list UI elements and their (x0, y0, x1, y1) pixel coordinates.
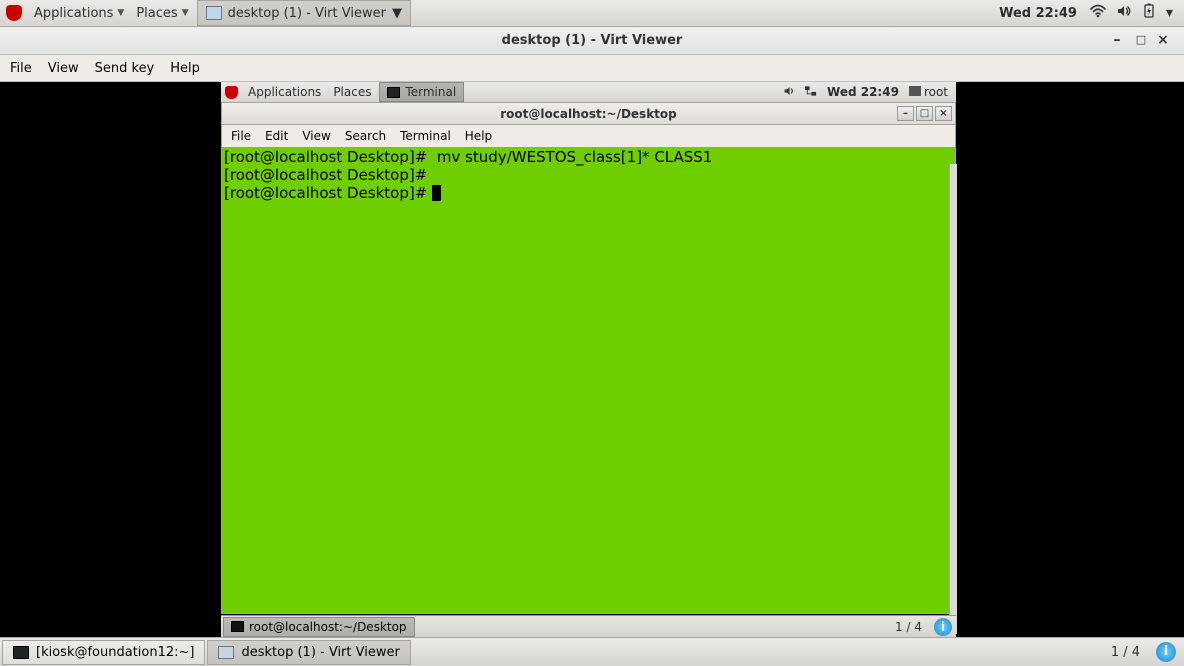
guest-top-panel: Applications Places Terminal Wed 22:49 r… (221, 82, 956, 103)
host-task-virtviewer[interactable]: desktop (1) - Virt Viewer▼ (197, 0, 411, 26)
wifi-icon[interactable] (1085, 4, 1111, 22)
terminal-window: root@localhost:~/Desktop – □ × File Edit… (221, 102, 956, 614)
window-icon (218, 646, 234, 659)
volume-icon[interactable] (1111, 4, 1137, 22)
virtviewer-menubar: File View Send key Help (0, 55, 1184, 82)
host-task-kiosk-terminal[interactable]: [kiosk@foundation12:~] (2, 640, 205, 665)
redhat-icon (6, 5, 22, 21)
host-task-virtviewer[interactable]: desktop (1) - Virt Viewer (207, 640, 410, 665)
guest-applications-menu[interactable]: Applications (242, 85, 327, 99)
term-menu-file[interactable]: File (224, 127, 258, 145)
guest-places-menu[interactable]: Places (327, 85, 377, 99)
term-menu-edit[interactable]: Edit (258, 127, 295, 145)
vv-menu-sendkey[interactable]: Send key (87, 58, 163, 79)
terminal-icon (387, 87, 400, 98)
guest-workspace-pager[interactable]: 1 / 4 (887, 620, 930, 634)
user-icon (909, 86, 921, 96)
maximize-button[interactable]: □ (1134, 33, 1148, 47)
terminal-minimize-button[interactable]: – (897, 106, 914, 121)
term-menu-search[interactable]: Search (338, 127, 393, 145)
terminal-line: [root@localhost Desktop]# mv study/WESTO… (224, 148, 712, 166)
battery-icon[interactable] (1137, 3, 1161, 23)
virtviewer-title: desktop (1) - Virt Viewer (502, 33, 683, 48)
host-top-panel: Applications▼ Places▼ desktop (1) - Virt… (0, 0, 1184, 27)
host-bottom-panel: [kiosk@foundation12:~] desktop (1) - Vir… (0, 637, 1184, 666)
minimize-button[interactable]: – (1110, 33, 1124, 47)
redhat-icon (225, 86, 238, 99)
terminal-maximize-button[interactable]: □ (916, 106, 933, 121)
term-menu-view[interactable]: View (295, 127, 337, 145)
window-icon (206, 6, 222, 20)
close-button[interactable]: × (1156, 33, 1170, 47)
host-applications-menu[interactable]: Applications▼ (28, 6, 130, 21)
terminal-title: root@localhost:~/Desktop (500, 107, 677, 121)
terminal-scrollbar[interactable] (949, 164, 957, 634)
vv-menu-file[interactable]: File (2, 58, 40, 79)
guest-clock[interactable]: Wed 22:49 (821, 85, 905, 99)
guest-task-terminal[interactable]: Terminal (379, 82, 464, 102)
terminal-close-button[interactable]: × (935, 106, 952, 121)
vv-menu-view[interactable]: View (40, 58, 87, 79)
host-clock[interactable]: Wed 22:49 (991, 6, 1085, 21)
volume-icon[interactable] (779, 85, 800, 100)
vv-menu-help[interactable]: Help (162, 58, 208, 79)
host-places-menu[interactable]: Places▼ (130, 6, 194, 21)
term-menu-terminal[interactable]: Terminal (393, 127, 458, 145)
terminal-body[interactable]: [root@localhost Desktop]# mv study/WESTO… (221, 147, 956, 614)
network-icon[interactable] (800, 85, 821, 100)
terminal-cursor (432, 185, 441, 201)
terminal-line: [root@localhost Desktop]# (224, 184, 432, 202)
guest-taskbar-terminal[interactable]: root@localhost:~/Desktop (223, 617, 415, 637)
virtviewer-titlebar: desktop (1) - Virt Viewer – □ × (0, 27, 1184, 55)
term-menu-help[interactable]: Help (458, 127, 499, 145)
terminal-icon (13, 646, 29, 659)
guest-bottom-panel: root@localhost:~/Desktop 1 / 4 i (221, 615, 956, 637)
user-menu[interactable]: root (905, 85, 952, 99)
guest-display[interactable]: Applications Places Terminal Wed 22:49 r… (0, 82, 1184, 637)
terminal-line: [root@localhost Desktop]# (224, 166, 432, 184)
terminal-titlebar[interactable]: root@localhost:~/Desktop – □ × (221, 102, 956, 125)
terminal-icon (231, 621, 244, 632)
terminal-menubar: File Edit View Search Terminal Help (221, 125, 956, 147)
info-icon[interactable]: i (934, 618, 952, 636)
host-workspace-pager[interactable]: 1 / 4 (1101, 645, 1150, 660)
info-icon[interactable]: i (1156, 642, 1176, 662)
caret-down-icon[interactable]: ▾ (1161, 5, 1178, 21)
